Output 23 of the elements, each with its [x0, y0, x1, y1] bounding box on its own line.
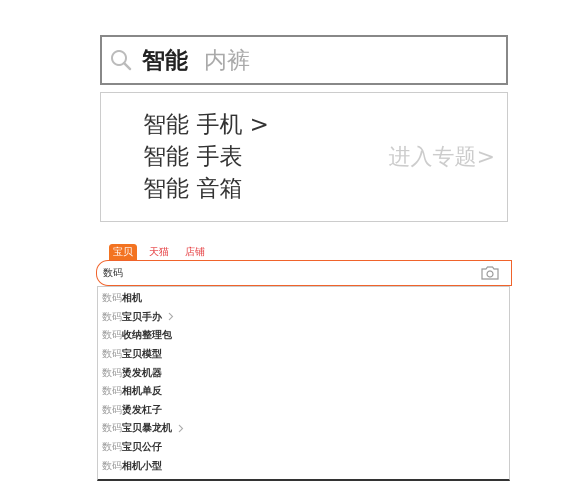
search-tab[interactable]: 店铺 — [181, 244, 209, 260]
search-icon — [110, 49, 132, 71]
suggestion-item[interactable]: 数码宝贝手办 — [102, 308, 174, 326]
suggestion-item[interactable]: 数码宝贝暴龙机 — [102, 419, 184, 438]
suggestion-item[interactable]: 数码相机单反 — [102, 382, 162, 401]
search-field[interactable]: 智能 内裤 — [100, 35, 508, 85]
suggestion-item[interactable]: 数码相机小型 — [102, 456, 162, 475]
suggestion-item[interactable]: 数码烫发杠子 — [102, 400, 162, 420]
suggestion-item[interactable]: 数码收纳整理包 — [102, 326, 172, 345]
suggestion-item[interactable]: 智能 手机 > — [143, 109, 269, 141]
suggestion-item[interactable]: 智能 音箱 — [143, 173, 269, 205]
search-hint: 内裤 — [204, 46, 250, 76]
camera-icon[interactable] — [481, 266, 499, 280]
search-query: 智能 — [142, 46, 188, 76]
suggestion-item[interactable]: 数码宝贝公仔 — [102, 438, 162, 456]
chevron-icon — [168, 312, 174, 322]
suggestion-item[interactable]: 数码相机 — [102, 289, 142, 308]
suggestion-item[interactable]: 数码宝贝模型 — [102, 344, 162, 364]
suggestion-item[interactable]: 数码烫发机器 — [102, 363, 162, 382]
suggestion-item[interactable]: 智能 手表 — [143, 141, 269, 173]
search-field[interactable]: 数码 — [96, 260, 512, 286]
search-tab[interactable]: 天猫 — [145, 244, 173, 260]
chevron-icon — [178, 424, 184, 433]
